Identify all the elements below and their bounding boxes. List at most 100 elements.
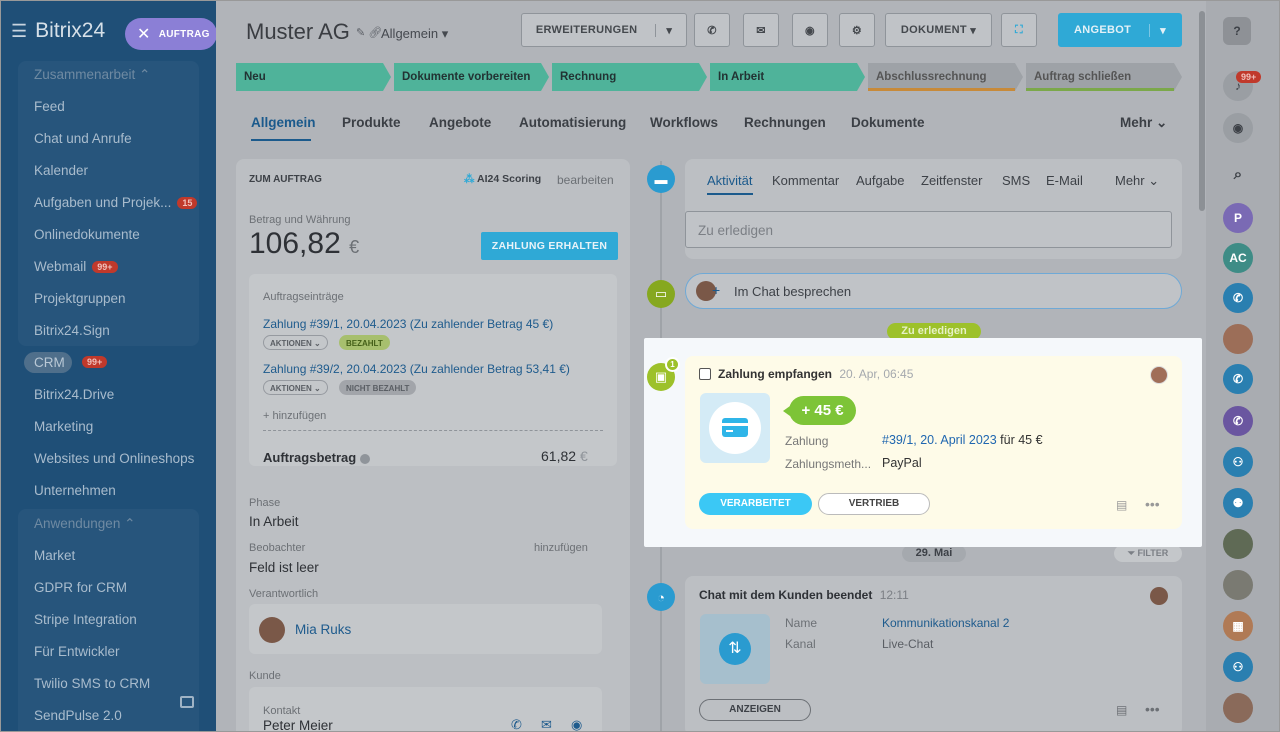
sidebar-group-head-apps[interactable]: Anwendungen ⌃ bbox=[34, 516, 135, 532]
responsible-box[interactable]: Mia Ruks bbox=[249, 604, 602, 654]
group-icon[interactable]: ⚇ bbox=[1223, 447, 1253, 477]
stage-in-progress[interactable]: In Arbeit bbox=[710, 63, 865, 91]
sidebar-item-twilio[interactable]: Twilio SMS to CRM bbox=[34, 676, 150, 691]
more-icon[interactable]: ••• bbox=[1145, 701, 1160, 717]
sidebar-item-feed[interactable]: Feed bbox=[34, 99, 65, 114]
sidebar-item-gdpr[interactable]: GDPR for CRM bbox=[34, 580, 127, 595]
todo-input[interactable]: Zu erledigen bbox=[685, 211, 1172, 248]
note-icon[interactable]: ▤ bbox=[1116, 498, 1127, 512]
actions-dropdown-1[interactable]: AKTIONEN ⌄ bbox=[263, 335, 328, 350]
sidebar-item-marketing[interactable]: Marketing bbox=[34, 419, 93, 434]
tab-documents[interactable]: Dokumente bbox=[851, 115, 925, 130]
responsible-name[interactable]: Mia Ruks bbox=[295, 622, 351, 637]
mail-button[interactable]: ✉ bbox=[743, 13, 779, 47]
activity-tab-slot[interactable]: Zeitfenster bbox=[921, 173, 982, 188]
avatar[interactable]: P bbox=[1223, 203, 1253, 233]
activity-tab-sms[interactable]: SMS bbox=[1002, 173, 1030, 188]
sidebar-item-drive[interactable]: Bitrix24.Drive bbox=[34, 387, 114, 402]
category-select[interactable]: Allgemein ▾ bbox=[381, 26, 448, 42]
done-checkbox[interactable] bbox=[699, 368, 711, 380]
settings-button[interactable]: ⚙ bbox=[839, 13, 875, 47]
payment-detail-link[interactable]: #39/1, 20. April 2023 bbox=[882, 433, 997, 447]
contact-name[interactable]: Peter Meier bbox=[263, 718, 333, 731]
activity-tab-task[interactable]: Aufgabe bbox=[856, 173, 904, 188]
avatar[interactable] bbox=[1223, 570, 1253, 600]
sidebar-item-chat[interactable]: Chat und Anrufe bbox=[34, 131, 132, 146]
document-button[interactable]: DOKUMENT ▾ bbox=[885, 13, 992, 47]
sidebar-item-webmail[interactable]: Webmail 99+ bbox=[34, 259, 118, 274]
filter-button[interactable]: ⏷ FILTER bbox=[1114, 545, 1182, 562]
processed-button[interactable]: VERARBEITET bbox=[699, 493, 812, 515]
phone-button[interactable]: ✆ bbox=[694, 13, 730, 47]
help-icon[interactable]: ? bbox=[1223, 17, 1251, 45]
scan-button[interactable]: ⛶ bbox=[1001, 13, 1037, 47]
sidebar-item-sendpulse[interactable]: SendPulse 2.0 bbox=[34, 708, 122, 723]
avatar[interactable] bbox=[1223, 693, 1253, 723]
print-icon[interactable] bbox=[180, 696, 194, 708]
sidebar-item-company[interactable]: Unternehmen bbox=[34, 483, 116, 498]
group-icon[interactable]: ⚇ bbox=[1223, 652, 1253, 682]
more-icon[interactable]: ••• bbox=[1145, 496, 1160, 512]
help-icon[interactable] bbox=[359, 453, 370, 464]
mail-icon[interactable]: ✉ bbox=[541, 717, 552, 731]
sidebar-item-developers[interactable]: Für Entwickler bbox=[34, 644, 120, 659]
sales-button[interactable]: VERTRIEB bbox=[818, 493, 930, 515]
edit-link[interactable]: bearbeiten bbox=[557, 173, 614, 187]
stage-new[interactable]: Neu bbox=[236, 63, 391, 91]
phone-icon[interactable]: ✆ bbox=[1223, 283, 1253, 313]
calendar-icon[interactable]: ▦ bbox=[1223, 611, 1253, 641]
sidebar-item-crm[interactable]: CRM bbox=[24, 352, 72, 373]
add-entry-link[interactable]: + hinzufügen bbox=[263, 410, 326, 422]
avatar[interactable]: AC bbox=[1223, 243, 1253, 273]
sidebar-item-docs[interactable]: Onlinedokumente bbox=[34, 227, 140, 242]
stage-final-invoice[interactable]: Abschlussrechnung bbox=[868, 63, 1023, 91]
sidebar-group-head[interactable]: Zusammenarbeit ⌃ bbox=[34, 67, 150, 83]
sidebar-item-stripe[interactable]: Stripe Integration bbox=[34, 612, 137, 627]
phone-icon[interactable]: ✆ bbox=[511, 717, 522, 731]
sidebar-item-websites[interactable]: Websites und Onlineshops bbox=[34, 451, 194, 466]
scrollbar[interactable] bbox=[1199, 11, 1205, 211]
activity-tab-activity[interactable]: Aktivität bbox=[707, 173, 753, 188]
order-close-pill[interactable]: ✕ AUFTRAG bbox=[125, 18, 216, 50]
activity-tab-comment[interactable]: Kommentar bbox=[772, 173, 839, 188]
note-icon[interactable]: ▤ bbox=[1116, 703, 1127, 717]
chat-discuss-button[interactable]: + Im Chat besprechen bbox=[685, 273, 1182, 309]
phone-icon[interactable]: ✆ bbox=[1223, 364, 1253, 394]
activity-tab-email[interactable]: E-Mail bbox=[1046, 173, 1083, 188]
sidebar-item-sign[interactable]: Bitrix24.Sign bbox=[34, 323, 110, 338]
avatar[interactable] bbox=[1223, 529, 1253, 559]
show-button[interactable]: ANZEIGEN bbox=[699, 699, 811, 721]
stage-invoice[interactable]: Rechnung bbox=[552, 63, 707, 91]
offer-button[interactable]: ANGEBOT ▾ bbox=[1058, 13, 1182, 47]
sidebar-item-market[interactable]: Market bbox=[34, 548, 75, 563]
tab-offers[interactable]: Angebote bbox=[429, 115, 491, 130]
observer-add-link[interactable]: hinzufügen bbox=[534, 542, 588, 554]
tab-general[interactable]: Allgemein bbox=[251, 115, 316, 130]
stage-prepare-docs[interactable]: Dokumente vorbereiten bbox=[394, 63, 549, 91]
phone-icon[interactable]: ✆ bbox=[1223, 406, 1253, 436]
sidebar-item-calendar[interactable]: Kalender bbox=[34, 163, 88, 178]
chat-icon[interactable]: ◉ bbox=[1223, 113, 1253, 143]
scoring-link[interactable]: ⁂ AI24 Scoring bbox=[464, 173, 541, 185]
activity-tab-more[interactable]: Mehr ⌄ bbox=[1115, 173, 1159, 189]
payment-link-1[interactable]: Zahlung #39/1, 20.04.2023 (Zu zahlender … bbox=[263, 317, 553, 331]
tab-automation[interactable]: Automatisierung bbox=[519, 115, 626, 130]
sidebar-item-tasks[interactable]: Aufgaben und Projek... 15 bbox=[34, 195, 198, 210]
chat-icon[interactable]: ◉ bbox=[571, 717, 582, 731]
payment-received-button[interactable]: ZAHLUNG ERHALTEN bbox=[481, 232, 618, 260]
payment-link-2[interactable]: Zahlung #39/2, 20.04.2023 (Zu zahlender … bbox=[263, 362, 570, 376]
actions-dropdown-2[interactable]: AKTIONEN ⌄ bbox=[263, 380, 328, 395]
close-icon[interactable]: ✕ bbox=[137, 24, 151, 44]
search-icon[interactable]: ⌕ bbox=[1223, 159, 1253, 189]
stage-close-order[interactable]: Auftrag schließen bbox=[1026, 63, 1182, 91]
tab-workflows[interactable]: Workflows bbox=[650, 115, 718, 130]
extensions-button[interactable]: ERWEITERUNGEN ▾ bbox=[521, 13, 687, 47]
avatar[interactable] bbox=[1223, 324, 1253, 354]
menu-icon[interactable]: ☰ bbox=[11, 21, 27, 42]
edit-icons[interactable]: ✎ 🔗︎ bbox=[356, 26, 382, 39]
tab-products[interactable]: Produkte bbox=[342, 115, 401, 130]
name-link[interactable]: Kommunikationskanal 2 bbox=[882, 616, 1009, 630]
tab-invoices[interactable]: Rechnungen bbox=[744, 115, 826, 130]
tab-more[interactable]: Mehr ⌄ bbox=[1120, 115, 1167, 131]
chat-button[interactable]: ◉ bbox=[792, 13, 828, 47]
